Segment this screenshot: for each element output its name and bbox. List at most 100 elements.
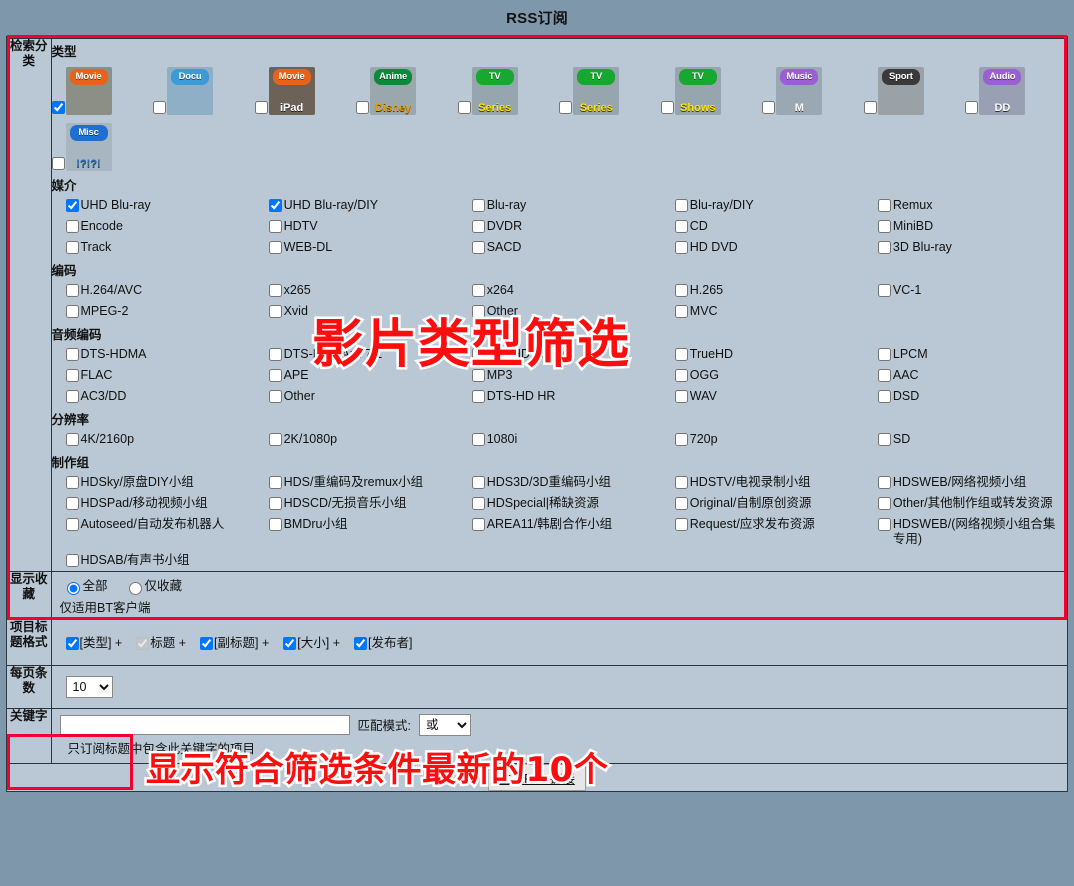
- media-option[interactable]: MiniBD: [864, 216, 1067, 237]
- codec-option[interactable]: MPEG-2: [52, 301, 255, 322]
- team-checkbox[interactable]: [674, 518, 688, 531]
- category-checkbox-sport[interactable]: [863, 101, 877, 114]
- media-option[interactable]: SACD: [458, 237, 661, 258]
- movie-ipad-icon[interactable]: Movie iPad: [268, 67, 315, 115]
- media-checkbox[interactable]: [268, 199, 282, 212]
- codec-checkbox[interactable]: [268, 284, 282, 297]
- media-checkbox[interactable]: [674, 241, 688, 254]
- category-checkbox-tv-series-2[interactable]: [559, 101, 573, 114]
- codec-option[interactable]: x264: [458, 280, 661, 301]
- title-format-checkbox[interactable]: [283, 636, 297, 650]
- resolution-option[interactable]: SD: [864, 429, 1067, 450]
- codec-checkbox[interactable]: [674, 284, 688, 297]
- audio-codec-checkbox[interactable]: [674, 390, 688, 403]
- codec-checkbox[interactable]: [877, 284, 891, 297]
- media-option[interactable]: Track: [52, 237, 255, 258]
- media-checkbox[interactable]: [877, 199, 891, 212]
- team-checkbox[interactable]: [877, 476, 891, 489]
- team-checkbox[interactable]: [877, 518, 891, 531]
- category-checkbox-movie[interactable]: [51, 101, 65, 114]
- team-checkbox[interactable]: [268, 497, 282, 510]
- misc-icon[interactable]: Misc!?!?!: [65, 123, 112, 171]
- media-checkbox[interactable]: [268, 241, 282, 254]
- audio-codec-option[interactable]: TrueHD: [661, 344, 864, 365]
- category-checkbox-music[interactable]: [762, 101, 776, 114]
- team-option[interactable]: HDSpecial|稀缺资源: [458, 493, 661, 514]
- team-checkbox[interactable]: [471, 518, 485, 531]
- title-format-segment[interactable]: 标题 +: [132, 636, 186, 650]
- audio-codec-checkbox[interactable]: [65, 369, 79, 382]
- media-checkbox[interactable]: [65, 199, 79, 212]
- audio-codec-option[interactable]: AAC: [864, 365, 1067, 386]
- audio-codec-checkbox[interactable]: [674, 369, 688, 382]
- anime-icon[interactable]: Anime Disney: [370, 67, 417, 115]
- media-option[interactable]: Remux: [864, 195, 1067, 216]
- favorite-option[interactable]: 仅收藏: [124, 579, 182, 595]
- media-option[interactable]: HDTV: [255, 216, 458, 237]
- codec-checkbox[interactable]: [674, 305, 688, 318]
- team-option[interactable]: Other/其他制作组或转发资源: [864, 493, 1067, 514]
- codec-option[interactable]: x265: [255, 280, 458, 301]
- media-option[interactable]: Encode: [52, 216, 255, 237]
- codec-option[interactable]: VC-1: [864, 280, 1067, 301]
- media-checkbox[interactable]: [268, 220, 282, 233]
- audio-codec-option[interactable]: DTS-HD HR: [458, 386, 661, 407]
- tv-series-2-icon[interactable]: TV Series: [573, 67, 620, 115]
- favorite-radio[interactable]: [128, 581, 142, 595]
- category-checkbox-audio[interactable]: [965, 101, 979, 114]
- media-option[interactable]: Blu-ray/DIY: [661, 195, 864, 216]
- title-format-segment[interactable]: [类型] +: [62, 636, 122, 650]
- audio-codec-option[interactable]: WAV: [661, 386, 864, 407]
- resolution-checkbox[interactable]: [65, 433, 79, 446]
- category-checkbox-documentary[interactable]: [153, 101, 167, 114]
- audio-codec-option[interactable]: FLAC: [52, 365, 255, 386]
- category-checkbox-anime[interactable]: [356, 101, 370, 114]
- team-checkbox[interactable]: [877, 497, 891, 510]
- keyword-input[interactable]: [59, 714, 350, 735]
- team-option[interactable]: HDSWEB/网络视频小组: [864, 472, 1067, 493]
- team-option[interactable]: HDSCD/无损音乐小组: [255, 493, 458, 514]
- audio-codec-option[interactable]: AC3/DD: [52, 386, 255, 407]
- audio-codec-option[interactable]: DTS-HDMA: [52, 344, 255, 365]
- media-checkbox[interactable]: [674, 220, 688, 233]
- team-checkbox[interactable]: [268, 476, 282, 489]
- music-icon[interactable]: Music M: [776, 67, 823, 115]
- team-option[interactable]: HDSTV/电视录制小组: [661, 472, 864, 493]
- team-checkbox[interactable]: [65, 554, 79, 567]
- audio-codec-checkbox[interactable]: [268, 348, 282, 361]
- team-option[interactable]: BMDru小组: [255, 514, 458, 550]
- media-option[interactable]: 3D Blu-ray: [864, 237, 1067, 258]
- team-option[interactable]: HDS3D/3D重编码小组: [458, 472, 661, 493]
- sport-icon[interactable]: Sport: [877, 67, 924, 115]
- category-checkbox-misc[interactable]: [51, 157, 65, 170]
- audio-codec-checkbox[interactable]: [65, 348, 79, 361]
- resolution-option[interactable]: 720p: [661, 429, 864, 450]
- resolution-checkbox[interactable]: [674, 433, 688, 446]
- audio-codec-checkbox[interactable]: [65, 390, 79, 403]
- audio-codec-checkbox[interactable]: [471, 348, 485, 361]
- title-format-checkbox[interactable]: [65, 636, 79, 650]
- team-checkbox[interactable]: [65, 497, 79, 510]
- media-option[interactable]: UHD Blu-ray/DIY: [255, 195, 458, 216]
- media-checkbox[interactable]: [65, 220, 79, 233]
- team-option[interactable]: HDS/重编码及remux小组: [255, 472, 458, 493]
- favorite-radio[interactable]: [66, 581, 80, 595]
- audio-codec-checkbox[interactable]: [877, 369, 891, 382]
- audio-codec-option[interactable]: Other: [255, 386, 458, 407]
- media-option[interactable]: WEB-DL: [255, 237, 458, 258]
- tv-shows-icon[interactable]: TV Shows: [674, 67, 721, 115]
- team-option[interactable]: HDSky/原盘DIY小组: [52, 472, 255, 493]
- audio-codec-checkbox[interactable]: [877, 348, 891, 361]
- favorite-option[interactable]: 全部: [62, 579, 108, 595]
- team-option[interactable]: AREA11/韩剧合作小组: [458, 514, 661, 550]
- team-checkbox[interactable]: [65, 476, 79, 489]
- codec-option[interactable]: MVC: [661, 301, 864, 322]
- media-checkbox[interactable]: [674, 199, 688, 212]
- resolution-option[interactable]: 2K/1080p: [255, 429, 458, 450]
- codec-option[interactable]: Other: [458, 301, 661, 322]
- media-option[interactable]: CD: [661, 216, 864, 237]
- media-checkbox[interactable]: [471, 199, 485, 212]
- team-option[interactable]: HDSWEB/(网络视频小组合集专用): [864, 514, 1067, 550]
- title-format-segment[interactable]: [副标题] +: [196, 636, 269, 650]
- audio-codec-option[interactable]: DTS-HDMA:X 7.1: [255, 344, 458, 365]
